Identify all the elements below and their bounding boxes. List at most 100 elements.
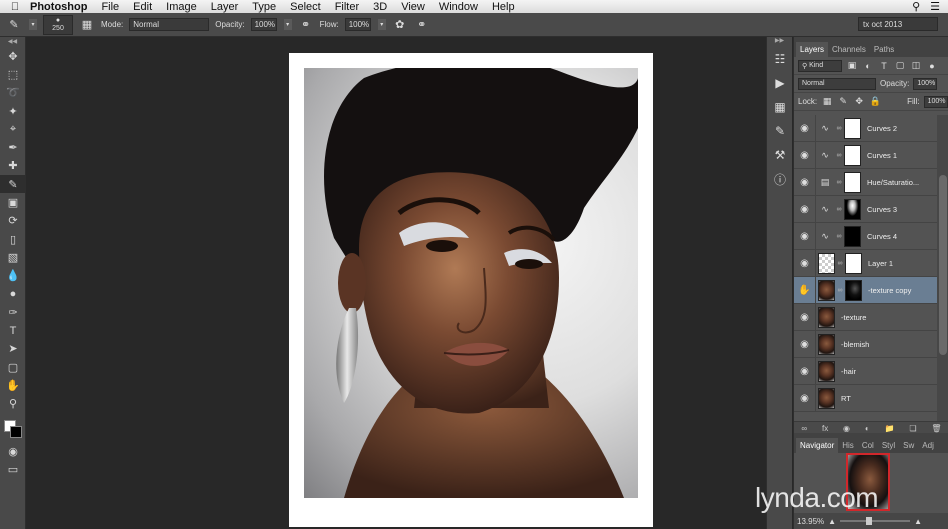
rectangle-tool-icon[interactable]: ▢	[0, 358, 26, 376]
dodge-tool-icon[interactable]: ●	[0, 285, 26, 303]
visibility-eye-icon[interactable]: ◉	[794, 303, 816, 331]
menu-image[interactable]: Image	[166, 1, 197, 13]
link-chain-icon[interactable]: ∞	[834, 206, 844, 213]
opacity-field[interactable]: 100%	[250, 18, 277, 31]
blend-mode-select[interactable]: Normal	[798, 77, 876, 90]
flow-chevron-icon[interactable]: ▾	[377, 19, 386, 30]
menu-help[interactable]: Help	[492, 1, 515, 13]
color-swatches[interactable]	[0, 416, 26, 442]
opacity-chevron-icon[interactable]: ▾	[283, 19, 292, 30]
list-icon[interactable]: ☰	[930, 0, 940, 13]
layer-row-rt[interactable]: ◉ RT	[794, 384, 937, 412]
lock-all-icon[interactable]: 🔒	[869, 96, 881, 107]
layer-mask-thumbnail[interactable]	[845, 252, 862, 274]
layer-opacity-field[interactable]: 100%	[913, 77, 938, 90]
move-tool-icon[interactable]: ✥	[0, 47, 26, 65]
document-canvas[interactable]	[289, 53, 653, 527]
visibility-eye-icon[interactable]: ◉	[794, 195, 816, 223]
flow-field[interactable]: 100%	[344, 18, 371, 31]
tools-collapse-icon[interactable]: ◀◀	[0, 37, 25, 47]
history-brush-tool-icon[interactable]: ⟳	[0, 212, 26, 230]
link-chain-icon[interactable]: ∞	[834, 152, 844, 159]
gradient-tool-icon[interactable]: ▧	[0, 248, 26, 266]
path-select-tool-icon[interactable]: ➤	[0, 340, 26, 358]
visibility-eye-icon[interactable]: ◉	[794, 384, 816, 412]
tab-histogram[interactable]: His	[838, 438, 858, 453]
layer-style-icon[interactable]: fx	[822, 424, 828, 433]
visibility-eye-icon[interactable]: ✋	[794, 276, 816, 304]
menu-edit[interactable]: Edit	[133, 1, 152, 13]
filter-shape-icon[interactable]: ▢	[894, 60, 906, 71]
hand-tool-icon[interactable]: ✋	[0, 376, 26, 394]
menu-3d[interactable]: 3D	[373, 1, 387, 13]
layer-thumbnail[interactable]	[818, 387, 835, 409]
zoom-in-icon[interactable]: ▲	[914, 517, 922, 526]
visibility-eye-icon[interactable]: ◉	[794, 141, 816, 169]
lock-position-icon[interactable]: ✥	[853, 96, 865, 107]
layer-thumbnail[interactable]	[818, 333, 835, 355]
filter-adjustment-icon[interactable]: ◐	[862, 61, 874, 71]
eyedropper-tool-icon[interactable]: ✒	[0, 138, 26, 156]
layer-thumbnail[interactable]	[818, 252, 835, 274]
crop-tool-icon[interactable]: ⌖	[0, 120, 26, 138]
link-chain-icon[interactable]: ∞	[835, 260, 845, 267]
visibility-eye-icon[interactable]: ◉	[794, 357, 816, 385]
kind-filter-select[interactable]: ⚲ Kind	[798, 59, 842, 72]
visibility-eye-icon[interactable]: ◉	[794, 168, 816, 196]
menu-filter[interactable]: Filter	[335, 1, 359, 13]
layer-mask-thumbnail[interactable]	[844, 144, 861, 166]
zoom-slider[interactable]	[840, 517, 911, 525]
link-chain-icon[interactable]: ∞	[835, 287, 845, 294]
brush-size-picker[interactable]: ● 250	[43, 14, 73, 35]
new-layer-icon[interactable]: ❏	[909, 424, 916, 433]
eraser-tool-icon[interactable]: ▯	[0, 230, 26, 248]
link-chain-icon[interactable]: ∞	[834, 125, 844, 132]
tool-presets-icon[interactable]: ⚒	[767, 143, 793, 167]
menu-layer[interactable]: Layer	[211, 1, 239, 13]
tab-layers[interactable]: Layers	[796, 42, 829, 57]
layer-row-curves-3[interactable]: ◉ ∿ ∞ Curves 3	[794, 195, 937, 223]
layer-thumbnail[interactable]	[818, 360, 835, 382]
healing-brush-tool-icon[interactable]: ✚	[0, 157, 26, 175]
info-panel-icon[interactable]: ⓘ	[767, 167, 793, 191]
tab-channels[interactable]: Channels	[828, 42, 870, 57]
layer-row-hue-saturation[interactable]: ◉ ▤ ∞ Hue/Saturatio...	[794, 168, 937, 196]
visibility-eye-icon[interactable]: ◉	[794, 222, 816, 250]
add-mask-icon[interactable]: ◉	[843, 424, 850, 433]
lock-pixels-icon[interactable]: ✎	[837, 96, 849, 107]
layer-row-curves-4[interactable]: ◉ ∿ ∞ Curves 4	[794, 222, 937, 250]
actions-panel-icon[interactable]: ▶	[767, 71, 793, 95]
layer-thumbnail[interactable]	[818, 279, 835, 301]
link-layers-icon[interactable]: ∞	[801, 424, 807, 433]
clone-stamp-tool-icon[interactable]: ▣	[0, 193, 26, 211]
brush-tool-preset-icon[interactable]: ✎	[6, 17, 22, 33]
layer-mask-thumbnail[interactable]	[844, 225, 861, 247]
search-icon[interactable]: ⚲	[912, 0, 920, 13]
filter-toggle-icon[interactable]: ●	[926, 61, 938, 71]
zoom-slider-knob[interactable]	[866, 517, 873, 525]
pressure-size-icon[interactable]: ⚭	[414, 17, 430, 33]
zoom-value[interactable]: 13.95%	[797, 517, 824, 526]
chevron-down-icon[interactable]: ▾	[29, 19, 37, 30]
link-chain-icon[interactable]: ∞	[834, 179, 844, 186]
tab-adjustments[interactable]: Adj	[918, 438, 938, 453]
tab-color[interactable]: Col	[858, 438, 878, 453]
lock-transparent-icon[interactable]: ▦	[821, 96, 833, 107]
background-color-swatch[interactable]	[10, 425, 22, 438]
fill-field[interactable]: 100%	[923, 95, 948, 108]
layer-row-curves-2[interactable]: ◉ ∿ ∞ Curves 2	[794, 114, 937, 142]
filter-smart-object-icon[interactable]: ◫	[910, 60, 922, 71]
tab-navigator[interactable]: Navigator	[796, 438, 839, 453]
layer-row-texture[interactable]: ◉ -texture	[794, 303, 937, 331]
scrollbar-thumb[interactable]	[939, 175, 947, 355]
strip-collapse-icon[interactable]: ▶▶	[767, 37, 792, 47]
quick-select-tool-icon[interactable]: ✦	[0, 102, 26, 120]
menu-window[interactable]: Window	[439, 1, 478, 13]
menu-select[interactable]: Select	[290, 1, 321, 13]
filter-pixel-icon[interactable]: ▣	[846, 60, 858, 71]
menu-type[interactable]: Type	[252, 1, 276, 13]
type-tool-icon[interactable]: T	[0, 321, 26, 339]
brush-tool-icon[interactable]: ✎	[0, 175, 26, 194]
layer-row-hair[interactable]: ◉ -hair	[794, 357, 937, 385]
tab-paths[interactable]: Paths	[870, 42, 898, 57]
